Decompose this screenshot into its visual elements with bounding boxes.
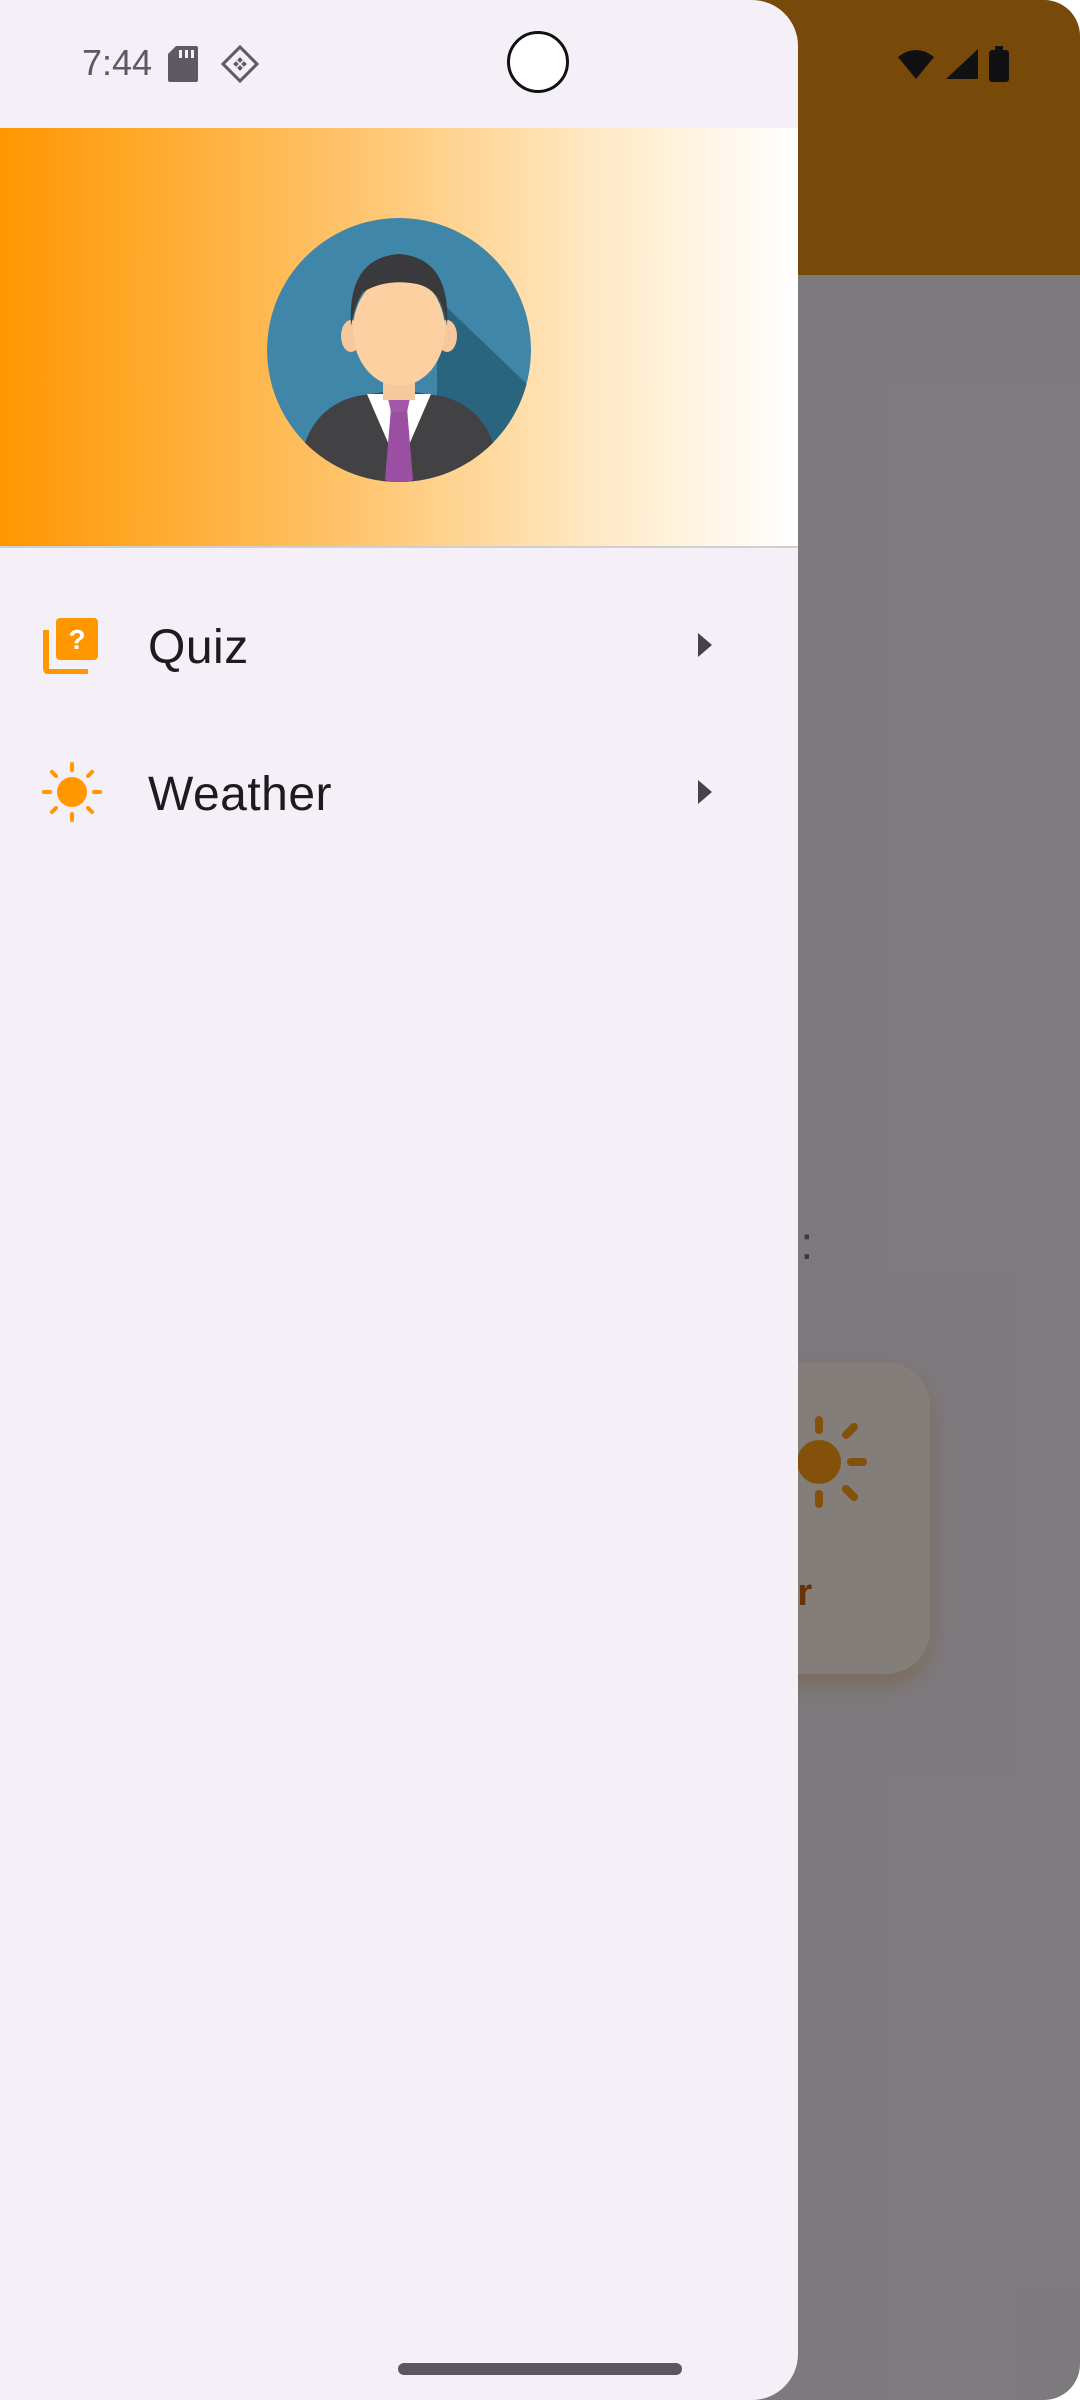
sd-card-icon [168, 46, 198, 82]
quiz-icon: ? [43, 618, 98, 674]
sun-icon [42, 762, 102, 822]
navigation-drawer: 7:44 ? Quiz Weather [0, 0, 798, 2400]
arrow-right-icon [698, 780, 712, 804]
camera-cutout [507, 31, 569, 93]
status-time: 7:44 [82, 42, 153, 83]
menu-item-quiz[interactable]: ? Quiz [0, 580, 798, 710]
user-avatar[interactable] [267, 218, 531, 482]
home-gesture-bar[interactable] [398, 2363, 682, 2375]
menu-item-label: Quiz [148, 621, 249, 674]
menu-item-label: Weather [148, 768, 333, 821]
menu-item-weather[interactable]: Weather [0, 727, 798, 857]
arrow-right-icon [698, 633, 712, 657]
developer-mode-icon [220, 44, 260, 84]
drawer-header [0, 128, 798, 548]
status-bar: 7:44 [0, 0, 798, 128]
svg-text:?: ? [68, 624, 85, 655]
